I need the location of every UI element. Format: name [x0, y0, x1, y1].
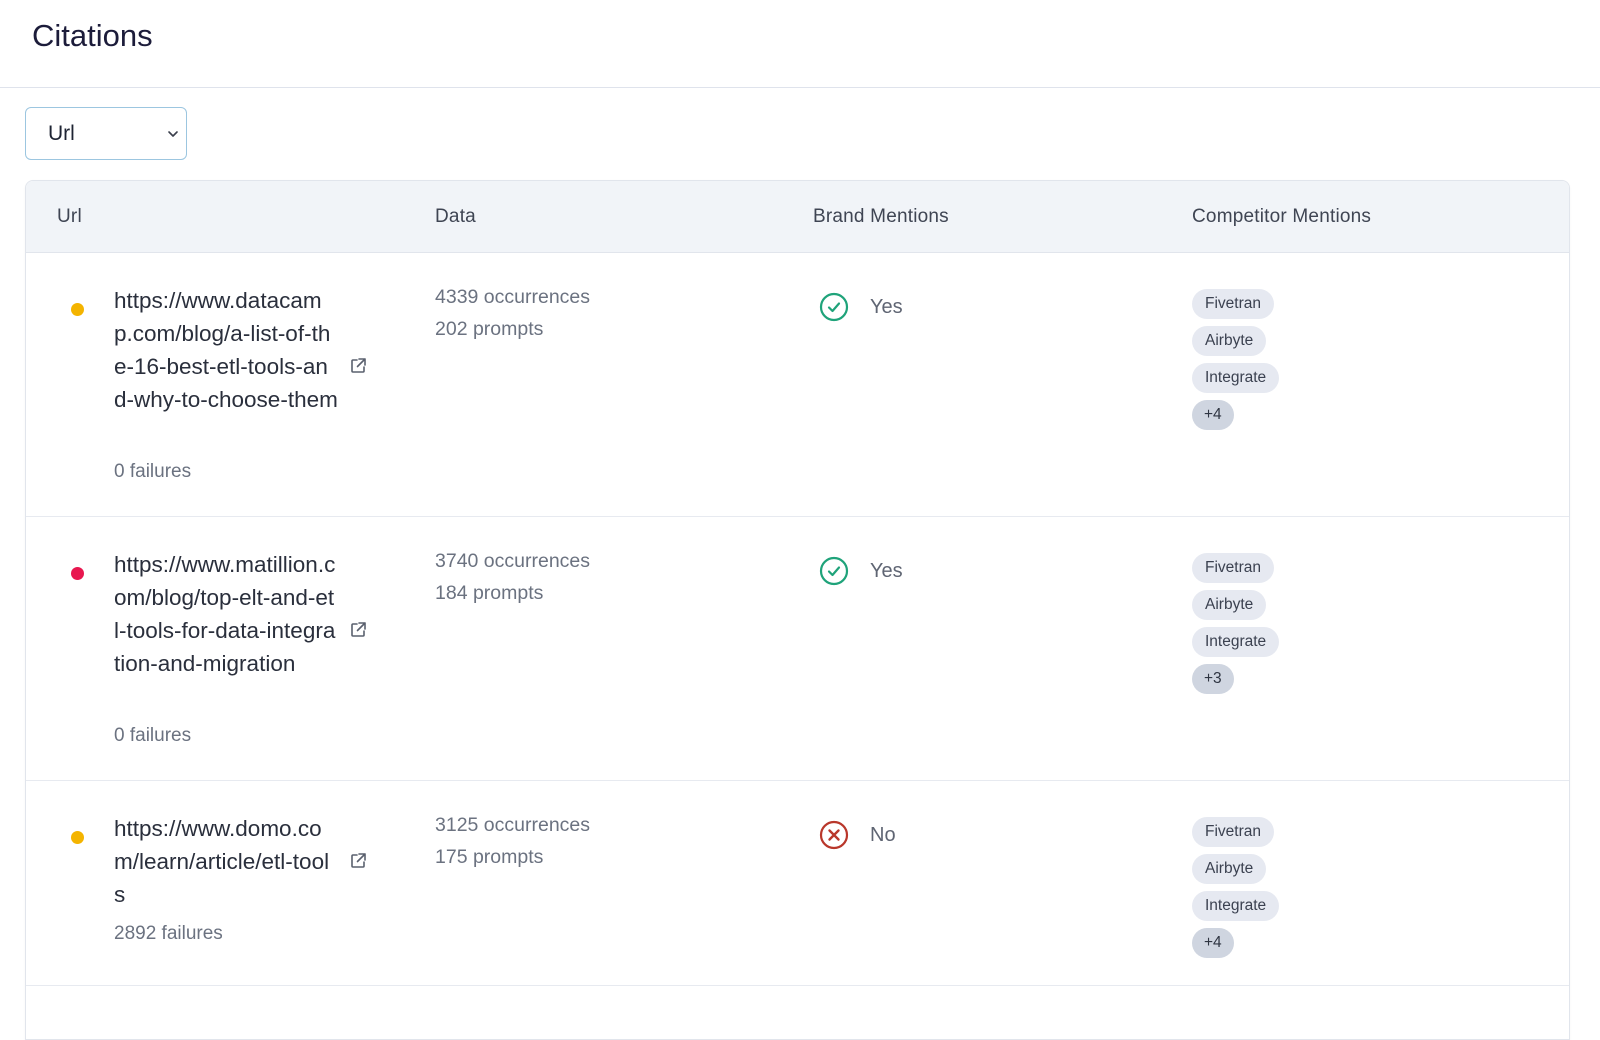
- table-row: https://www.domo.com/learn/article/etl-t…: [26, 781, 1569, 986]
- more-competitors-badge[interactable]: +4: [1192, 400, 1234, 430]
- competitor-badge: Airbyte: [1192, 854, 1267, 884]
- status-dot: [71, 303, 84, 316]
- url-link[interactable]: https://www.domo.com/learn/article/etl-t…: [114, 812, 339, 911]
- citations-table: Url Data Brand Mentions Competitor Menti…: [25, 180, 1570, 1040]
- occurrences-count: 3125 occurrences: [435, 814, 591, 836]
- failures-count: 0 failures: [114, 461, 192, 482]
- group-by-select[interactable]: Url: [25, 107, 187, 160]
- check-circle-icon: [819, 556, 849, 586]
- competitor-badge: Integrate: [1192, 363, 1280, 393]
- competitor-badge: Airbyte: [1192, 326, 1267, 356]
- url-link[interactable]: https://www.matillion.com/blog/top-elt-a…: [114, 548, 339, 680]
- column-header-competitor-mentions[interactable]: Competitor Mentions: [1192, 206, 1371, 228]
- column-header-url[interactable]: Url: [57, 206, 82, 228]
- status-dot: [71, 831, 84, 844]
- competitor-badges: Fivetran Airbyte Integrate +3: [1192, 553, 1280, 701]
- occurrences-count: 3740 occurrences: [435, 550, 591, 572]
- check-circle-icon: [819, 292, 849, 322]
- column-header-brand-mentions[interactable]: Brand Mentions: [813, 206, 949, 228]
- brand-mention: Yes: [819, 556, 903, 586]
- competitor-badge: Fivetran: [1192, 817, 1274, 847]
- more-competitors-badge[interactable]: +4: [1192, 928, 1234, 958]
- url-link[interactable]: https://www.datacamp.com/blog/a-list-of-…: [114, 284, 339, 416]
- page-title: Citations: [32, 17, 153, 53]
- prompts-count: 184 prompts: [435, 582, 544, 604]
- competitor-badges: Fivetran Airbyte Integrate +4: [1192, 289, 1280, 437]
- prompts-count: 175 prompts: [435, 846, 544, 868]
- external-link-icon[interactable]: [348, 851, 368, 871]
- external-link-icon[interactable]: [348, 620, 368, 640]
- more-competitors-badge[interactable]: +3: [1192, 664, 1234, 694]
- competitor-badge: Integrate: [1192, 627, 1280, 657]
- competitor-badge: Fivetran: [1192, 289, 1274, 319]
- external-link-icon[interactable]: [348, 356, 368, 376]
- x-circle-icon: [819, 820, 849, 850]
- prompts-count: 202 prompts: [435, 318, 544, 340]
- page-header: Citations: [0, 0, 1600, 88]
- chevron-down-icon: [168, 130, 178, 137]
- status-dot: [71, 567, 84, 580]
- competitor-badge: Fivetran: [1192, 553, 1274, 583]
- occurrences-count: 4339 occurrences: [435, 286, 591, 308]
- brand-mention-label: No: [870, 823, 896, 846]
- data-cell: 3740 occurrences 184 prompts: [435, 545, 590, 609]
- brand-mention: No: [819, 820, 896, 850]
- brand-mention-label: Yes: [870, 559, 903, 582]
- column-header-data[interactable]: Data: [435, 206, 476, 228]
- competitor-badge: Airbyte: [1192, 590, 1267, 620]
- table-row: https://www.matillion.com/blog/top-elt-a…: [26, 517, 1569, 781]
- brand-mention-label: Yes: [870, 295, 903, 318]
- failures-count: 0 failures: [114, 725, 192, 746]
- data-cell: 4339 occurrences 202 prompts: [435, 281, 590, 345]
- group-by-select-value: Url: [48, 121, 75, 145]
- competitor-badge: Integrate: [1192, 891, 1280, 921]
- competitor-badges: Fivetran Airbyte Integrate +4: [1192, 817, 1280, 965]
- table-header: Url Data Brand Mentions Competitor Menti…: [26, 181, 1569, 253]
- brand-mention: Yes: [819, 292, 903, 322]
- failures-count: 2892 failures: [114, 923, 223, 944]
- data-cell: 3125 occurrences 175 prompts: [435, 809, 590, 873]
- table-row: https://www.datacamp.com/blog/a-list-of-…: [26, 253, 1569, 517]
